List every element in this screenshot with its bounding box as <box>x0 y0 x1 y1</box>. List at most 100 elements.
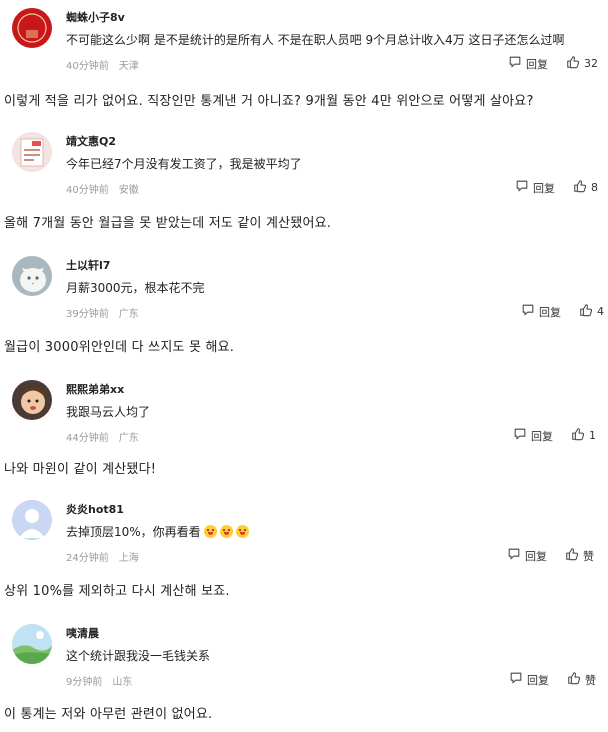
comment-item: 土以轩l7 月薪3000元，根本花不完 39分钟前 广东 回复 4 <box>0 248 608 320</box>
comment-text-body: 这个统计跟我没一毛钱关系 <box>66 649 211 663</box>
comment-text-body: 不可能这么少啊 是不是统计的是所有人 不是在职人员吧 9个月总计收入4万 这日子… <box>66 33 565 47</box>
laughing-emoji-icon <box>219 525 233 538</box>
reply-label: 回复 <box>526 57 548 71</box>
comment-time: 44分钟前 <box>66 433 109 444</box>
thumbs-up-icon <box>567 671 585 688</box>
username[interactable]: 土以轩l7 <box>66 257 110 273</box>
comment-time: 39分钟前 <box>66 309 109 320</box>
username[interactable]: 靖文惠Q2 <box>66 133 116 149</box>
comment-actions: 回复 赞 <box>509 671 596 688</box>
comment-meta: 24分钟前 上海 <box>66 549 139 564</box>
landscape-avatar <box>12 624 52 664</box>
like-button[interactable]: 8 <box>573 179 598 196</box>
avatar[interactable] <box>12 624 52 664</box>
comment-block: 靖文惠Q2 今年已经7个月没有发工资了，我是被平均了 40分钟前 安徽 回复 8 … <box>0 124 608 231</box>
comment-item: 蜘蛛小子8v 不可能这么少啊 是不是统计的是所有人 不是在职人员吧 9个月总计收… <box>0 0 608 72</box>
comment-location: 上海 <box>118 553 139 564</box>
thumbs-up-icon <box>566 55 584 72</box>
card-avatar <box>12 132 52 172</box>
comment-location: 广东 <box>118 309 139 320</box>
comment-text: 这个统计跟我没一毛钱关系 <box>66 647 210 664</box>
comment-actions: 回复 8 <box>515 179 598 196</box>
comment-translation: 월급이 3000위안인데 다 쓰지도 못 해요. <box>4 340 235 355</box>
comment-location: 山东 <box>112 677 133 688</box>
comment-location: 广东 <box>118 433 139 444</box>
reply-button[interactable]: 回复 <box>507 547 547 564</box>
like-button[interactable]: 4 <box>579 303 604 320</box>
like-count: 1 <box>589 429 596 442</box>
comment-text: 不可能这么少啊 是不是统计的是所有人 不是在职人员吧 9个月总计收入4万 这日子… <box>66 31 565 48</box>
like-button[interactable]: 1 <box>571 427 596 444</box>
avatar[interactable] <box>12 132 52 172</box>
comment-text: 去掉顶层10%，你再看看 <box>66 523 249 540</box>
comment-translation: 이 통계는 저와 아무런 관련이 없어요. <box>4 707 213 722</box>
username[interactable]: 炎炎hot81 <box>66 501 124 517</box>
comment-bubble-icon <box>513 427 531 444</box>
comment-meta: 40分钟前 安徽 <box>66 181 139 196</box>
comment-item: 咦清晨 这个统计跟我没一毛钱关系 9分钟前 山东 回复 赞 <box>0 616 608 688</box>
child-photo-avatar <box>12 380 52 420</box>
comment-actions: 回复 赞 <box>507 547 594 564</box>
comment-item: 熙熙弟弟xx 我跟马云人均了 44分钟前 广东 回复 1 <box>0 372 608 444</box>
comment-text-body: 今年已经7个月没有发工资了，我是被平均了 <box>66 157 302 171</box>
comment-location: 安徽 <box>118 185 139 196</box>
comment-time: 40分钟前 <box>66 185 109 196</box>
comment-meta: 40分钟前 天津 <box>66 57 139 72</box>
comment-text-body: 我跟马云人均了 <box>66 405 151 419</box>
avatar[interactable] <box>12 380 52 420</box>
username[interactable]: 咦清晨 <box>66 625 99 641</box>
comment-block: 土以轩l7 月薪3000元，根本花不完 39分钟前 广东 回复 4 월급이 300… <box>0 248 608 355</box>
comment-text: 月薪3000元，根本花不完 <box>66 279 205 296</box>
comment-bubble-icon <box>515 179 533 196</box>
red-seal-avatar <box>12 8 52 48</box>
comment-text-body: 月薪3000元，根本花不完 <box>66 281 205 295</box>
reply-button[interactable]: 回复 <box>515 179 555 196</box>
comment-meta: 44分钟前 广东 <box>66 429 139 444</box>
comment-translation: 올해 7개월 동안 월급을 못 받았는데 저도 같이 계산됐어요. <box>4 216 332 231</box>
reply-label: 回复 <box>525 549 547 563</box>
comment-item: 炎炎hot81 去掉顶层10%，你再看看 24分钟前 上海 回复 赞 <box>0 492 608 564</box>
thumbs-up-icon <box>571 427 589 444</box>
comment-translation: 상위 10%를 제외하고 다시 계산해 보죠. <box>4 584 230 599</box>
comment-time: 40分钟前 <box>66 61 109 72</box>
like-button[interactable]: 赞 <box>565 547 594 564</box>
white-cat-avatar <box>12 256 52 296</box>
like-count: 4 <box>597 305 604 318</box>
comment-text: 我跟马云人均了 <box>66 403 150 420</box>
comment-meta: 39分钟前 广东 <box>66 305 139 320</box>
like-button[interactable]: 赞 <box>567 671 596 688</box>
avatar[interactable] <box>12 8 52 48</box>
default-user-avatar <box>12 500 52 540</box>
avatar[interactable] <box>12 500 52 540</box>
username[interactable]: 熙熙弟弟xx <box>66 381 124 397</box>
reply-label: 回复 <box>531 429 553 443</box>
comment-text-body: 去掉顶层10%，你再看看 <box>66 525 201 539</box>
comment-bubble-icon <box>521 303 539 320</box>
comment-actions: 回复 1 <box>513 427 596 444</box>
like-button[interactable]: 32 <box>566 55 598 72</box>
comment-actions: 回复 32 <box>508 55 598 72</box>
reply-button[interactable]: 回复 <box>509 671 549 688</box>
comment-translation: 이렇게 적을 리가 없어요. 직장인만 통계낸 거 아니죠? 9개월 동안 4만… <box>4 94 534 109</box>
emoji-group <box>201 525 249 539</box>
comment-actions: 回复 4 <box>521 303 604 320</box>
thumbs-up-icon <box>565 547 583 564</box>
reply-label: 回复 <box>527 673 549 687</box>
comment-translation: 나와 마윈이 같이 계산됐다! <box>4 462 157 477</box>
reply-button[interactable]: 回复 <box>521 303 561 320</box>
comment-bubble-icon <box>508 55 526 72</box>
like-count: 32 <box>584 57 598 70</box>
comment-text: 今年已经7个月没有发工资了，我是被平均了 <box>66 155 302 172</box>
comment-bubble-icon <box>507 547 525 564</box>
comment-bubble-icon <box>509 671 527 688</box>
like-count: 赞 <box>585 673 596 687</box>
username[interactable]: 蜘蛛小子8v <box>66 9 125 25</box>
like-count: 赞 <box>583 549 594 563</box>
reply-button[interactable]: 回复 <box>508 55 548 72</box>
comment-time: 24分钟前 <box>66 553 109 564</box>
comment-block: 咦清晨 这个统计跟我没一毛钱关系 9分钟前 山东 回复 赞 이 통계는 저와 아무… <box>0 616 608 722</box>
reply-button[interactable]: 回复 <box>513 427 553 444</box>
comment-block: 炎炎hot81 去掉顶层10%，你再看看 24分钟前 上海 回复 赞 상위 10%… <box>0 492 608 599</box>
laughing-emoji-icon <box>203 525 217 538</box>
avatar[interactable] <box>12 256 52 296</box>
